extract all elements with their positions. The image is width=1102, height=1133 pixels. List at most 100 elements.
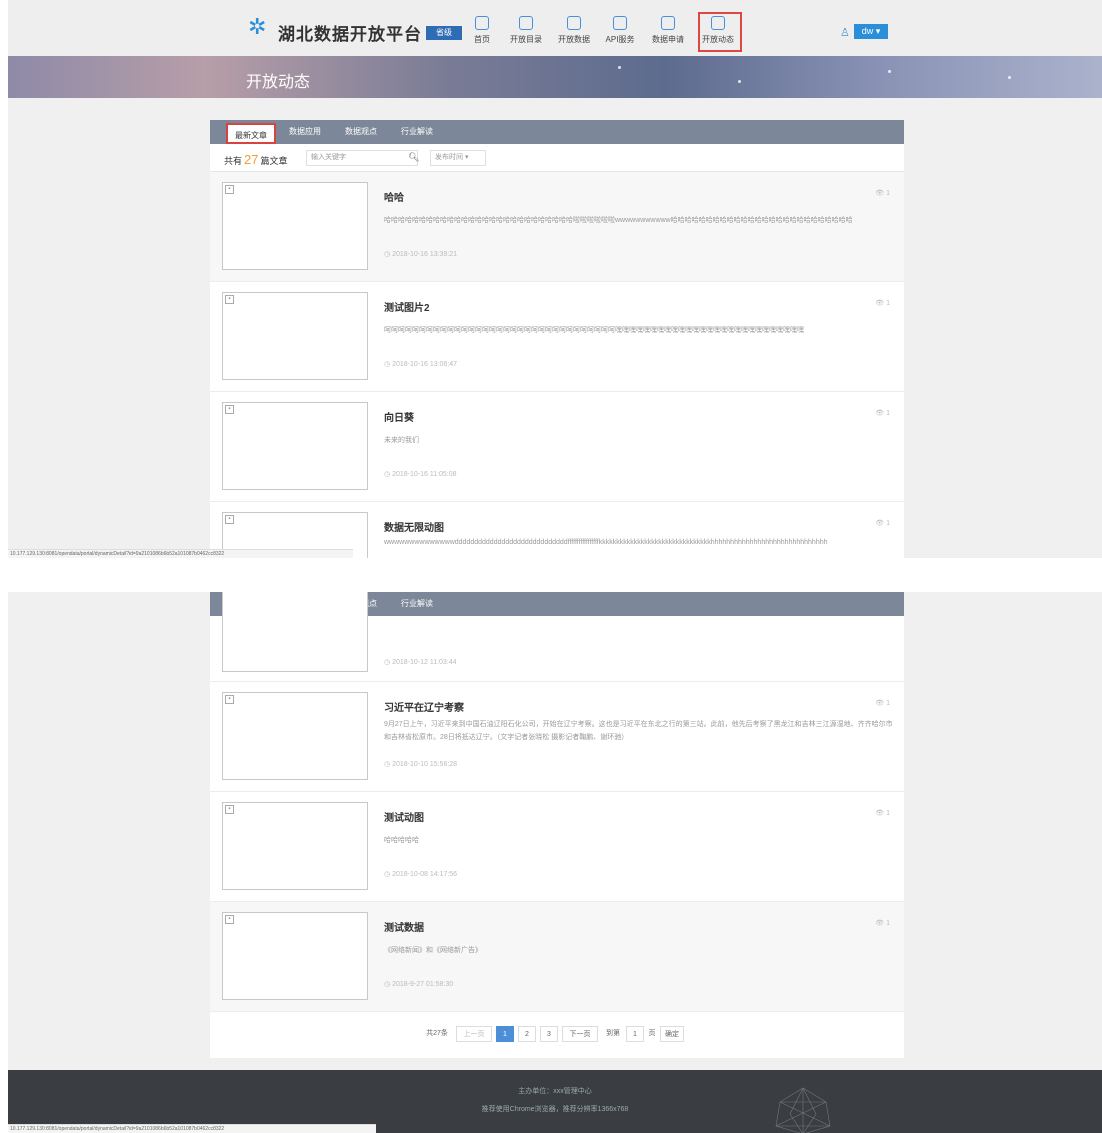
next-page-button[interactable]: 下一页 xyxy=(562,1026,598,1042)
page-button-current[interactable]: 1 xyxy=(496,1026,514,1042)
decor-dot xyxy=(738,80,741,83)
list-item[interactable]: ▪ 测试图片2 呵呵呵呵呵呵呵呵呵呵呵呵呵呵呵呵呵呵呵呵呵呵呵呵呵呵呵呵呵呵呵呵… xyxy=(210,282,904,392)
page-banner: 开放动态 xyxy=(8,56,1102,98)
tab-bar: 最新文章 数据应用 数据观点 行业解读 xyxy=(210,120,904,144)
article-thumbnail[interactable]: ▪ xyxy=(222,912,368,1000)
banner-title: 开放动态 xyxy=(246,74,311,91)
screenshot-bottom: 最新文章 数据应用 数据观点 行业解读 ◷ 2018-10-12 11:03:4… xyxy=(8,592,1102,1133)
article-date: ◷ 2018-10-08 14:17:56 xyxy=(384,871,458,878)
articles-panel: 最新文章 数据应用 数据观点 行业解读 ◷ 2018-10-12 11:03:4… xyxy=(210,592,904,1058)
filter-bar: 共有 27 篇文章 输入关键字 🔍︎ 发布时间 ▾ xyxy=(210,144,904,172)
view-count: 👁︎ 1 xyxy=(875,810,890,817)
nav-label: 开放数据 xyxy=(558,35,590,44)
list-item[interactable]: ▪ 测试动图 哈哈哈哈哈 ◷ 2018-10-08 14:17:56 👁︎ 1 xyxy=(210,792,904,902)
nav-apply[interactable]: 数据申请 xyxy=(646,16,690,45)
broken-image-icon: ▪ xyxy=(225,185,234,194)
list-item[interactable]: ▪ 习近平在辽宁考察 9月27日上午，习近平来到中国石油辽阳石化公司，开始在辽宁… xyxy=(210,682,904,792)
geodesic-sphere-icon xyxy=(775,1087,831,1133)
status-bar-url: 10.177.129.130:8081/opendata/portal/dyna… xyxy=(8,549,353,558)
article-title[interactable]: 测试动图 xyxy=(384,809,424,824)
article-date-text: 2018-10-12 11:03:44 xyxy=(392,659,457,666)
list-item[interactable]: ▪ 向日葵 未来的我们 ◷ 2018-10-16 11:05:08 👁︎ 1 xyxy=(210,392,904,502)
article-date-text: 2018-9-27 01:58:30 xyxy=(392,981,454,988)
footer-sponsor: 主办单位：xxx管理中心 xyxy=(518,1088,592,1095)
list-item[interactable]: ◷ 2018-10-12 11:03:44 xyxy=(210,592,904,682)
article-date-text: 2018-10-16 11:05:08 xyxy=(392,471,457,478)
article-title[interactable]: 测试图片2 xyxy=(384,299,430,314)
article-thumbnail[interactable]: ▪ xyxy=(222,292,368,380)
site-title[interactable]: 湖北数据开放平台 xyxy=(278,20,422,45)
page-button[interactable]: 2 xyxy=(518,1026,536,1042)
article-summary: 哈哈哈哈哈 xyxy=(384,837,419,844)
screenshot-top: ✲ 湖北数据开放平台 省级 首页 开放目录 开放数据 API服务 数据申请 开放… xyxy=(8,0,1102,558)
broken-image-icon: ▪ xyxy=(225,515,234,524)
database-icon xyxy=(567,16,581,30)
article-date-text: 2018-10-16 13:39:21 xyxy=(392,251,458,258)
tab-views[interactable]: 数据观点 xyxy=(336,120,386,144)
city-select[interactable]: 省级 xyxy=(426,26,462,40)
nav-label: 开放目录 xyxy=(510,35,542,44)
article-date: ◷ 2018-10-16 11:05:08 xyxy=(384,471,457,478)
view-count: 👁︎ 1 xyxy=(875,190,890,197)
tab-apps[interactable]: 数据应用 xyxy=(280,120,330,144)
search-icon[interactable]: 🔍︎ xyxy=(408,152,419,163)
list-item[interactable]: ▪ 哈哈 哈哈哈哈哈哈哈哈哈哈哈哈哈哈哈哈哈哈哈哈哈哈哈哈哈哈哈啦啦啦啦啦啦ww… xyxy=(210,172,904,282)
article-date-text: 2018-10-16 13:06:47 xyxy=(392,361,458,368)
broken-image-icon: ▪ xyxy=(225,295,234,304)
goto-confirm-button[interactable]: 确定 xyxy=(660,1026,684,1042)
view-count-text: 1 xyxy=(886,700,890,707)
view-count-text: 1 xyxy=(886,410,890,417)
nav-open-data[interactable]: 开放数据 xyxy=(552,16,596,45)
view-count: 👁︎ 1 xyxy=(875,520,890,527)
pagination: 共27条 上一页 1 2 3 下一页 到第 1 页 确定 xyxy=(210,1012,904,1058)
articles-panel: 最新文章 数据应用 数据观点 行业解读 共有 27 篇文章 输入关键字 🔍︎ 发布时… xyxy=(210,120,904,558)
home-icon xyxy=(475,16,489,30)
view-count: 👁︎ 1 xyxy=(875,920,890,927)
broken-image-icon: ▪ xyxy=(225,695,234,704)
broken-image-icon: ▪ xyxy=(225,805,234,814)
search-input[interactable]: 输入关键字 xyxy=(306,150,418,166)
count-prefix: 共有 xyxy=(224,156,243,166)
tab-latest[interactable]: 最新文章 xyxy=(226,123,276,144)
page-button[interactable]: 3 xyxy=(540,1026,558,1042)
user-name: dw xyxy=(861,26,874,36)
article-summary: 未来的我们 xyxy=(384,437,419,444)
tab-industry[interactable]: 行业解读 xyxy=(392,592,442,616)
article-thumbnail[interactable]: ▪ xyxy=(222,692,368,780)
article-date: ◷ 2018-10-16 13:39:21 xyxy=(384,251,458,258)
article-title[interactable]: 习近平在辽宁考察 xyxy=(384,699,464,714)
view-count-text: 1 xyxy=(886,190,890,197)
nav-catalog[interactable]: 开放目录 xyxy=(504,16,548,45)
article-thumbnail[interactable]: ▪ xyxy=(222,802,368,890)
article-date: ◷ 2018-10-16 13:06:47 xyxy=(384,361,458,368)
article-summary: wwwwwwwwwwwwwwdddddddddddddddddddddddddd… xyxy=(384,539,828,546)
goto-label: 到第 xyxy=(606,1030,620,1037)
view-count-text: 1 xyxy=(886,810,890,817)
user-menu[interactable]: dw ▾ xyxy=(854,24,888,39)
article-summary: 9月27日上午，习近平来到中国石油辽阳石化公司，开始在辽宁考察。这也是习近平在东… xyxy=(384,721,893,741)
folder-icon xyxy=(519,16,533,30)
pagination-total: 共27条 xyxy=(426,1030,448,1037)
article-title[interactable]: 数据无限动图 xyxy=(384,519,444,534)
article-thumbnail[interactable]: ▪ xyxy=(222,402,368,490)
view-count-text: 1 xyxy=(886,520,890,527)
article-summary: 呵呵呵呵呵呵呵呵呵呵呵呵呵呵呵呵呵呵呵呵呵呵呵呵呵呵呵呵呵呵呵呵呵嘿嘿嘿嘿嘿嘿嘿… xyxy=(384,327,804,334)
nav-active-highlight xyxy=(698,12,742,52)
sort-value: 发布时间 xyxy=(435,154,463,161)
article-date-text: 2018-10-10 15:56:28 xyxy=(392,761,458,768)
nav-api[interactable]: API服务 xyxy=(598,16,642,45)
prev-page-button[interactable]: 上一页 xyxy=(456,1026,492,1042)
nav-home[interactable]: 首页 xyxy=(460,16,504,45)
view-count: 👁︎ 1 xyxy=(875,410,890,417)
article-date-text: 2018-10-08 14:17:56 xyxy=(392,871,458,878)
sort-select[interactable]: 发布时间 ▾ xyxy=(430,150,486,166)
article-title[interactable]: 向日葵 xyxy=(384,409,414,424)
article-thumbnail[interactable]: ▪ xyxy=(222,182,368,270)
article-thumbnail[interactable] xyxy=(222,592,368,672)
article-title[interactable]: 哈哈 xyxy=(384,189,404,204)
article-title[interactable]: 测试数据 xyxy=(384,919,424,934)
list-item[interactable]: ▪ 测试数据 《网络新闻》和《网络新广告》 ◷ 2018-9-27 01:58:… xyxy=(210,902,904,1012)
tab-industry[interactable]: 行业解读 xyxy=(392,120,442,144)
page-number-input[interactable]: 1 xyxy=(626,1026,644,1042)
nav-label: 数据申请 xyxy=(652,35,684,44)
